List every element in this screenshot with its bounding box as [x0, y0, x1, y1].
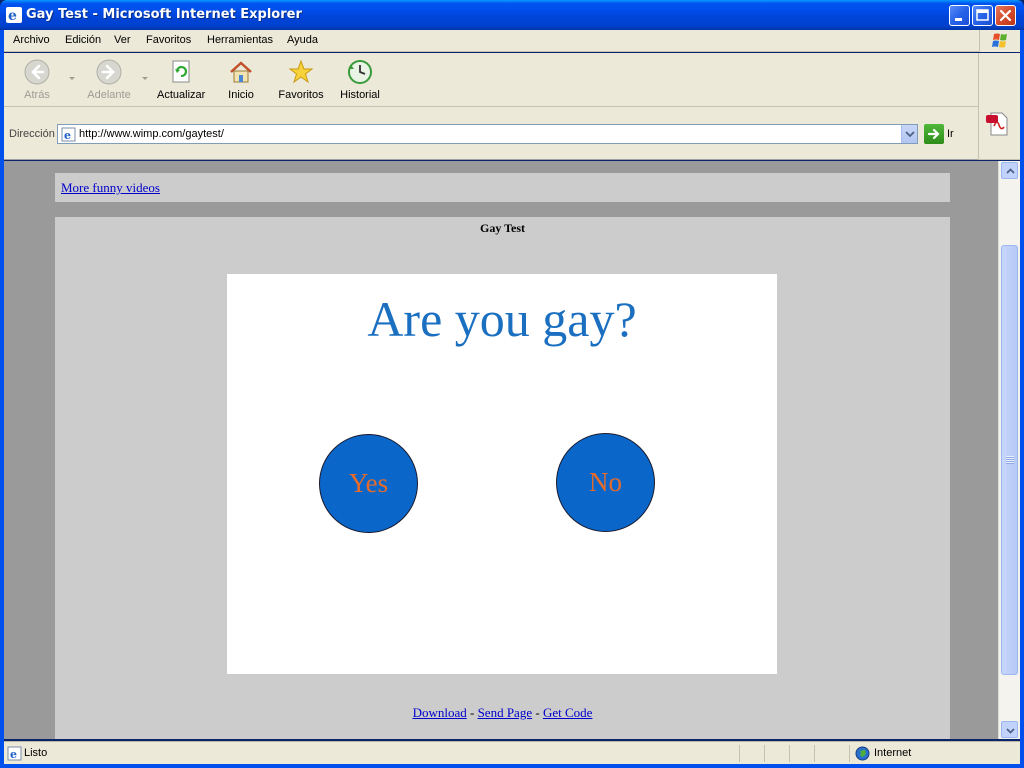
standard-toolbar: Atrás Adelante Actualizar Inicio Favorit… — [4, 53, 978, 107]
footer-separator: - — [466, 705, 478, 720]
page-status-icon: e — [7, 746, 22, 761]
windows-logo-area — [979, 30, 1020, 52]
chevron-up-icon — [1006, 168, 1015, 174]
menu-favoritos[interactable]: Favoritos — [146, 34, 191, 46]
question-text: Are you gay? — [367, 291, 637, 347]
menu-ayuda[interactable]: Ayuda — [287, 34, 318, 46]
no-label: No — [589, 467, 622, 497]
status-divider — [814, 745, 815, 762]
scroll-down-button[interactable] — [1001, 721, 1018, 738]
scroll-up-button[interactable] — [1001, 162, 1018, 179]
status-divider — [849, 745, 850, 762]
windows-flag-icon — [992, 33, 1007, 48]
go-button[interactable] — [924, 124, 944, 144]
scroll-grip-icon — [1006, 456, 1014, 464]
get-code-link[interactable]: Get Code — [543, 705, 592, 720]
back-dropdown-arrow-icon[interactable] — [69, 77, 75, 80]
menu-archivo[interactable]: Archivo — [13, 34, 50, 46]
menu-ver[interactable]: Ver — [114, 34, 131, 46]
chevron-down-icon — [1006, 728, 1015, 734]
home-icon — [230, 61, 252, 83]
yes-label: Yes — [348, 468, 389, 498]
close-icon — [999, 9, 1012, 22]
minimize-button[interactable] — [949, 5, 970, 26]
address-label: Dirección — [9, 128, 55, 140]
address-field[interactable]: e — [57, 124, 918, 144]
page-icon: e — [61, 127, 76, 142]
url-input[interactable] — [79, 126, 899, 142]
svg-text:e: e — [64, 129, 71, 142]
chevron-down-icon — [905, 131, 915, 138]
forward-label: Adelante — [87, 89, 131, 101]
status-divider — [789, 745, 790, 762]
history-clock-icon — [348, 60, 372, 84]
window-frame-right — [1020, 30, 1024, 768]
refresh-button[interactable]: Actualizar — [157, 59, 205, 101]
forward-arrow-icon — [96, 59, 122, 85]
main-panel: Gay Test Are you gay? Yes No Download - … — [55, 217, 950, 739]
footer-links: Download - Send Page - Get Code — [55, 705, 950, 721]
forward-dropdown-arrow-icon[interactable] — [142, 77, 148, 80]
refresh-label: Actualizar — [157, 89, 206, 101]
back-button[interactable]: Atrás — [22, 59, 52, 101]
maximize-icon — [976, 9, 989, 21]
home-button[interactable]: Inicio — [228, 59, 254, 101]
scroll-thumb[interactable] — [1001, 245, 1018, 675]
flash-movie[interactable]: Are you gay? Yes No — [227, 274, 777, 674]
internet-globe-icon — [855, 746, 870, 761]
status-divider — [739, 745, 740, 762]
minimize-icon — [955, 18, 962, 21]
page-viewport: More funny videos Gay Test Are you gay? … — [4, 161, 998, 739]
menu-bar: Archivo Edición Ver Favoritos Herramient… — [4, 30, 1020, 52]
top-link-strip: More funny videos — [55, 173, 950, 202]
ie-logo-icon: e — [6, 7, 22, 23]
security-zone-label: Internet — [874, 747, 912, 759]
history-button[interactable]: Historial — [340, 59, 380, 101]
status-divider — [764, 745, 765, 762]
footer-separator: - — [532, 705, 543, 720]
back-arrow-icon — [24, 59, 50, 85]
menu-edicion[interactable]: Edición — [65, 34, 101, 46]
svg-text:e: e — [8, 8, 17, 23]
forward-button[interactable]: Adelante — [87, 59, 131, 101]
address-dropdown-button[interactable] — [901, 125, 917, 143]
close-button[interactable] — [995, 5, 1016, 26]
vertical-scrollbar[interactable] — [998, 161, 1020, 739]
yes-button[interactable]: Yes — [319, 434, 418, 533]
maximize-button[interactable] — [972, 5, 993, 26]
page-heading: Gay Test — [479, 221, 525, 235]
menu-herramientas[interactable]: Herramientas — [207, 34, 273, 46]
svg-text:e: e — [10, 748, 17, 761]
go-label[interactable]: Ir — [947, 128, 954, 140]
favorites-button[interactable]: Favoritos — [278, 59, 324, 101]
window-title: Gay Test - Microsoft Internet Explorer — [26, 7, 302, 22]
go-arrow-icon — [927, 128, 940, 140]
download-link[interactable]: Download — [413, 705, 467, 720]
refresh-icon — [172, 60, 190, 83]
favorites-star-icon — [288, 59, 314, 84]
side-toolbar — [978, 53, 1020, 160]
favorites-label: Favoritos — [278, 89, 324, 101]
home-label: Inicio — [228, 89, 254, 101]
more-funny-videos-link[interactable]: More funny videos — [61, 180, 160, 196]
pdf-icon[interactable] — [985, 111, 1011, 137]
history-label: Historial — [340, 89, 380, 101]
send-page-link[interactable]: Send Page — [478, 705, 533, 720]
title-bar[interactable]: e Gay Test - Microsoft Internet Explorer — [0, 0, 1024, 30]
window-frame-bottom — [0, 764, 1024, 768]
address-bar: Dirección e Ir — [4, 107, 978, 160]
no-button[interactable]: No — [556, 433, 655, 532]
status-bar: e Listo Internet — [4, 741, 1020, 764]
status-text: Listo — [24, 747, 48, 759]
back-label: Atrás — [24, 89, 50, 101]
